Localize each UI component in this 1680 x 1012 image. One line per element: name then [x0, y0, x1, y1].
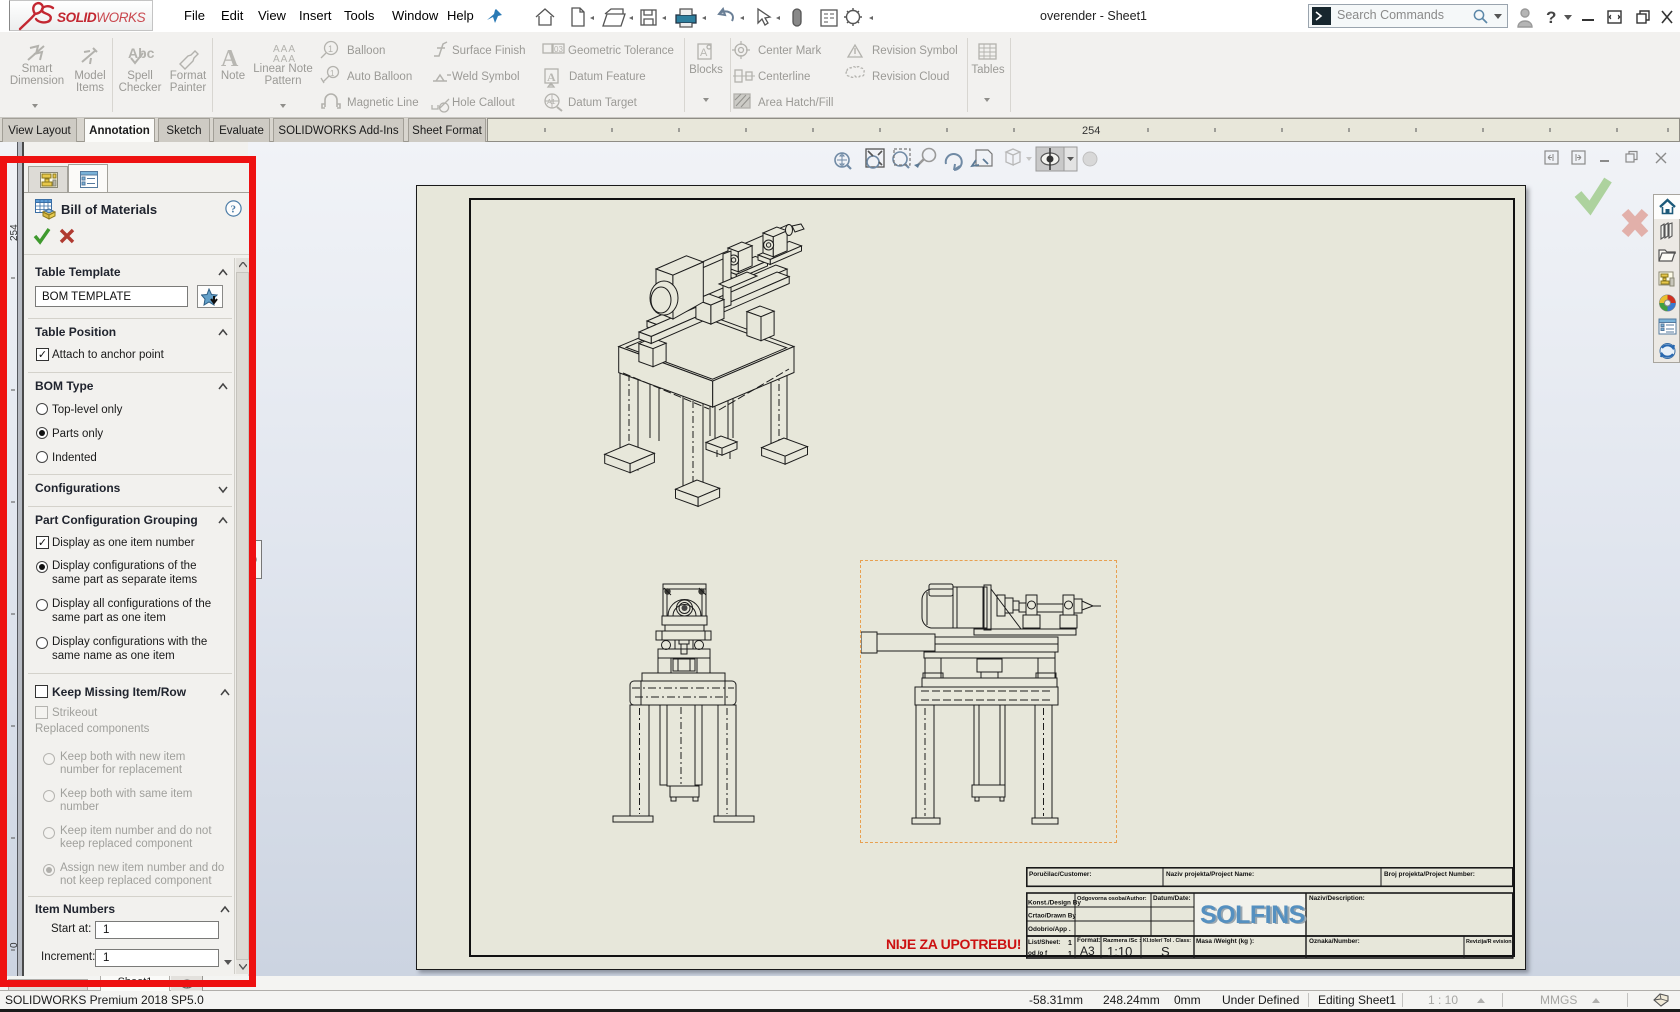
svg-text:A1: A1 — [547, 99, 556, 106]
svg-text:Masa /Weight (kg ):: Masa /Weight (kg ): — [1196, 938, 1254, 945]
svg-text:A: A — [700, 47, 708, 59]
svg-text:A3: A3 — [1080, 944, 1095, 958]
svg-text:1:10: 1:10 — [1107, 944, 1132, 959]
svg-text:Odobrio/App .: Odobrio/App . — [1028, 926, 1071, 933]
svg-text:A: A — [547, 70, 556, 84]
svg-text:Naziv/Description:: Naziv/Description: — [1309, 895, 1365, 902]
svg-text:Broj projekta/Project Number:: Broj projekta/Project Number: — [1384, 871, 1475, 878]
svg-text:1: 1 — [328, 44, 333, 54]
svg-text:od /o f: od /o f — [1028, 950, 1048, 957]
svg-text:Oznaka/Number:: Oznaka/Number: — [1309, 938, 1360, 945]
svg-text:1: 1 — [1068, 940, 1072, 947]
svg-text:?: ? — [1546, 8, 1556, 27]
svg-text:Konst./Design By: Konst./Design By — [1028, 900, 1081, 907]
svg-text:Revizija/R evision :: Revizija/R evision : — [1466, 939, 1514, 945]
svg-text:A: A — [221, 46, 239, 72]
svg-text:03: 03 — [554, 45, 563, 54]
svg-text:List/Sheet:: List/Sheet: — [1028, 939, 1061, 946]
svg-text:1: 1 — [330, 69, 335, 78]
svg-text:1: 1 — [1068, 951, 1072, 958]
svg-text:Crtao/Drawn By: Crtao/Drawn By — [1028, 913, 1076, 920]
svg-text:254: 254 — [1082, 125, 1100, 137]
svg-text:SOLFINS: SOLFINS — [1200, 901, 1305, 929]
svg-text:S: S — [1161, 944, 1170, 959]
svg-text:Naziv projekta/Project Name:: Naziv projekta/Project Name: — [1166, 871, 1254, 878]
svg-text:Poručilac/Customer:: Poručilac/Customer: — [1029, 871, 1092, 878]
svg-text:Format:: Format: — [1077, 937, 1101, 944]
svg-text:Datum/Date:: Datum/Date: — [1153, 895, 1191, 902]
svg-text:Odgovorna osoba/Author:: Odgovorna osoba/Author: — [1077, 896, 1147, 902]
svg-text:SOLIDWORKS: SOLIDWORKS — [57, 10, 146, 25]
